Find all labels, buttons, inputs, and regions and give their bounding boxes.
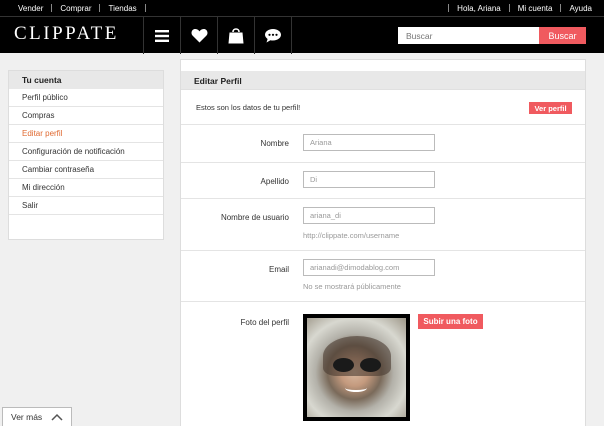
sidebar-item-change-password[interactable]: Cambiar contraseña	[9, 161, 163, 179]
field-row-apellido: Apellido	[181, 163, 585, 199]
menu-icon	[155, 29, 169, 42]
field-label: Email	[268, 265, 289, 274]
first-name-input[interactable]	[303, 134, 435, 151]
username-input[interactable]	[303, 207, 435, 224]
top-left-links: Vender Comprar Tiendas	[10, 4, 146, 13]
sidebar-item-purchases[interactable]: Compras	[9, 107, 163, 125]
my-account-link[interactable]: Mi cuenta	[510, 4, 561, 13]
field-row-nombre: Nombre	[181, 125, 585, 163]
see-more-label: Ver más	[11, 412, 43, 422]
cart-button[interactable]	[217, 17, 254, 54]
top-link-vender[interactable]: Vender	[10, 4, 51, 13]
logo[interactable]: CLIPPATE	[14, 23, 119, 45]
profile-photo	[303, 314, 410, 421]
sidebar-item-notifications[interactable]: Configuración de notificación	[9, 143, 163, 161]
chevron-up-icon	[51, 413, 63, 421]
sidebar-title: Tu cuenta	[9, 71, 163, 89]
top-right-links: Hola, Ariana Mi cuenta Ayuda	[448, 4, 600, 13]
field-label: Foto del perfil	[240, 318, 289, 327]
chat-icon	[265, 29, 281, 43]
email-input[interactable]	[303, 259, 435, 276]
greeting-link[interactable]: Hola, Ariana	[449, 4, 509, 13]
profile-photo-image	[307, 318, 406, 417]
upload-photo-button[interactable]: Subir una foto	[418, 314, 483, 329]
see-more-tab[interactable]: Ver más	[2, 407, 72, 426]
separator	[144, 4, 146, 12]
username-hint: http://clippate.com/username	[303, 231, 400, 240]
favorites-button[interactable]	[180, 17, 217, 54]
top-link-tiendas[interactable]: Tiendas	[100, 4, 144, 13]
account-sidebar: Tu cuenta Perfil público Compras Editar …	[8, 70, 164, 240]
shopping-bag-icon	[228, 28, 244, 44]
last-name-input[interactable]	[303, 171, 435, 188]
heart-icon	[191, 28, 207, 43]
field-row-usuario: Nombre de usuario http://clippate.com/us…	[181, 199, 585, 251]
search-input[interactable]	[398, 27, 539, 44]
field-label: Nombre de usuario	[220, 213, 289, 222]
top-bar: Vender Comprar Tiendas Hola, Ariana Mi c…	[0, 0, 604, 16]
page-title: Editar Perfil	[194, 76, 242, 86]
photo-detail	[333, 358, 381, 372]
menu-button[interactable]	[143, 17, 180, 54]
field-row-foto: Foto del perfil Subir una foto	[181, 302, 585, 426]
sidebar-item-address[interactable]: Mi dirección	[9, 179, 163, 197]
field-label: Apellido	[260, 177, 289, 186]
intro-row: Estos son los datos de tu perfil! Ver pe…	[181, 90, 585, 125]
field-row-email: Email No se mostrará públicamente	[181, 251, 585, 302]
top-link-comprar[interactable]: Comprar	[52, 4, 99, 13]
main-header: CLIPPATE Buscar	[0, 16, 604, 54]
sidebar-item-logout[interactable]: Salir	[9, 197, 163, 215]
email-hint: No se mostrará públicamente	[303, 282, 401, 291]
messages-button[interactable]	[254, 17, 292, 54]
sidebar-item-public-profile[interactable]: Perfil público	[9, 89, 163, 107]
sidebar-item-edit-profile[interactable]: Editar perfil	[9, 125, 163, 143]
help-link[interactable]: Ayuda	[561, 4, 600, 13]
intro-text: Estos son los datos de tu perfil!	[196, 103, 301, 112]
edit-profile-panel: Editar Perfil Estos son los datos de tu …	[180, 59, 586, 426]
field-label: Nombre	[260, 139, 289, 148]
search-button[interactable]: Buscar	[539, 27, 586, 44]
panel-header: Editar Perfil	[181, 71, 585, 90]
view-profile-button[interactable]: Ver perfil	[529, 102, 572, 114]
photo-detail	[345, 384, 367, 392]
